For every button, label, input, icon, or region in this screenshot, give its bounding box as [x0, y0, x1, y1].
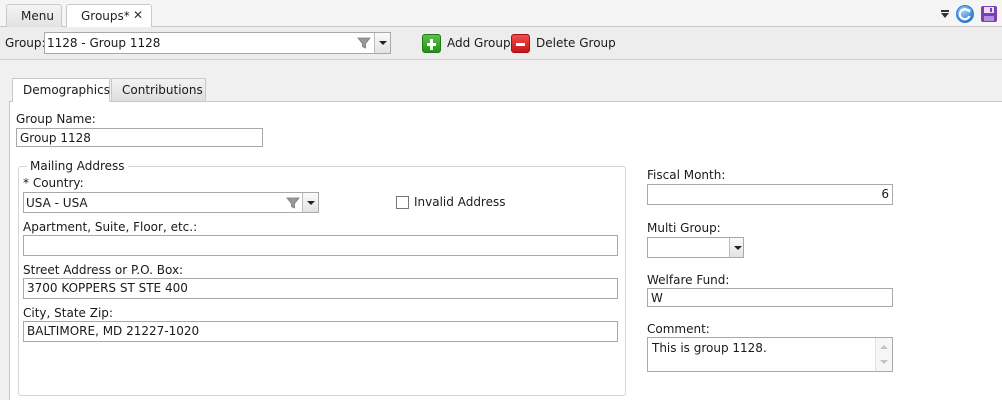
multi-group-label: Multi Group:: [647, 221, 721, 235]
fiscal-month-input[interactable]: 6: [647, 184, 893, 205]
apartment-input[interactable]: [23, 235, 618, 256]
tab-groups[interactable]: Groups* ✕: [66, 4, 152, 28]
group-name-label: Group Name:: [16, 112, 96, 126]
group-selector[interactable]: 1128 - Group 1128: [44, 32, 391, 54]
demographics-panel: Group Name: Group 1128 Mailing Address *…: [9, 101, 1002, 400]
close-icon[interactable]: ✕: [133, 8, 143, 22]
delete-group-button[interactable]: Delete Group: [511, 32, 616, 54]
city-label: City, State Zip:: [23, 306, 113, 320]
tab-groups-label: Groups*: [81, 9, 130, 23]
street-input[interactable]: 3700 KOPPERS ST STE 400: [23, 278, 618, 299]
add-group-label: Add Group: [447, 36, 511, 50]
tab-contributions-label: Contributions: [122, 83, 203, 97]
tab-contributions[interactable]: Contributions: [111, 78, 206, 101]
tab-demographics-label: Demographics: [23, 83, 110, 97]
delete-group-label: Delete Group: [536, 36, 616, 50]
chevron-down-icon[interactable]: [729, 238, 743, 257]
country-label: * Country:: [23, 176, 84, 190]
toolbar: Group: 1128 - Group 1128 Add Group Delet…: [0, 27, 1002, 60]
refresh-icon[interactable]: [955, 4, 975, 24]
city-input[interactable]: BALTIMORE, MD 21227-1020: [23, 321, 618, 342]
chevron-down-icon[interactable]: [302, 193, 318, 212]
comment-textarea[interactable]: This is group 1128.: [647, 337, 893, 372]
welfare-fund-label: Welfare Fund:: [647, 273, 730, 287]
group-label: Group:: [5, 36, 46, 50]
save-icon[interactable]: [980, 5, 998, 23]
tab-menu-label: Menu: [21, 9, 54, 23]
document-tab-strip: Menu Groups* ✕: [0, 0, 1002, 28]
apartment-label: Apartment, Suite, Floor, etc.:: [23, 220, 198, 234]
filter-icon[interactable]: [284, 194, 302, 212]
comment-label: Comment:: [647, 322, 710, 336]
tab-list-dropdown-icon[interactable]: [940, 9, 950, 19]
fiscal-month-label: Fiscal Month:: [647, 168, 726, 182]
tab-menu[interactable]: Menu: [6, 4, 62, 27]
comment-scrollbar[interactable]: [875, 338, 892, 371]
comment-text: This is group 1128.: [652, 341, 767, 355]
tab-demographics[interactable]: Demographics: [12, 78, 110, 102]
minus-icon: [511, 33, 530, 53]
add-group-button[interactable]: Add Group: [422, 32, 511, 54]
country-selector[interactable]: USA - USA: [23, 192, 319, 213]
plus-icon: [422, 33, 441, 53]
mailing-address-group: Mailing Address * Country: USA - USA Inv…: [18, 159, 626, 396]
group-selector-value: 1128 - Group 1128: [47, 36, 161, 50]
invalid-address-label: Invalid Address: [414, 195, 506, 209]
group-name-input[interactable]: Group 1128: [16, 128, 263, 147]
content-area: Demographics Contributions Group Name: G…: [0, 60, 1002, 400]
country-selector-value: USA - USA: [26, 196, 88, 210]
mailing-address-title: Mailing Address: [27, 159, 128, 173]
street-label: Street Address or P.O. Box:: [23, 263, 184, 277]
filter-icon[interactable]: [355, 34, 373, 52]
welfare-fund-input[interactable]: W: [647, 288, 893, 307]
multi-group-selector[interactable]: [647, 237, 744, 258]
invalid-address-checkbox[interactable]: [396, 196, 409, 209]
chevron-down-icon[interactable]: [374, 33, 390, 53]
